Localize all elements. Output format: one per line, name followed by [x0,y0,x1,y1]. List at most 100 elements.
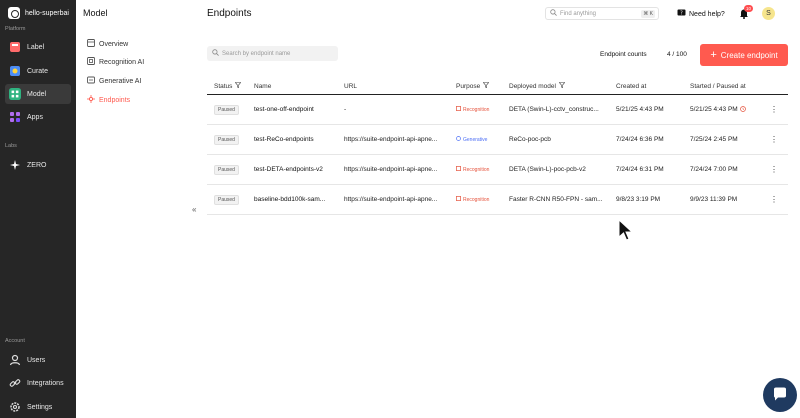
table-row[interactable]: Paused test-one-off-endpoint - Recogniti… [207,95,788,125]
recognition-icon [456,196,461,203]
endpoint-url[interactable]: https://suite-endpoint-api-apne... [344,185,456,214]
sidebar-item-model[interactable]: Model [5,84,71,104]
created-at: 5/21/25 4:43 PM [616,106,664,113]
workspace-name: hello-superbai [25,9,69,17]
search-icon [212,49,219,58]
endpoint-count-value: 4 / 100 [667,51,687,58]
table-row[interactable]: Paused baseline-bdd100k-sam... https://s… [207,185,788,215]
column-header-started: Started / Paused at [690,82,746,90]
chat-bubble-icon [772,386,788,404]
started-at: 7/25/24 2:45 PM [690,136,738,143]
table-row[interactable]: Paused test-DETA-endpoints-v2 https://su… [207,155,788,185]
workspace-switcher[interactable]: hello-superbai [8,7,69,19]
purpose-tag: Generative [456,136,487,143]
status-badge: Paused [214,104,239,115]
more-options-icon[interactable]: ⋮ [770,135,778,144]
recognition-icon [456,106,461,113]
sidebar-item-users[interactable]: Users [5,350,71,370]
endpoint-count-label: Endpoint counts [600,51,647,58]
subnav-item-generative[interactable]: Generative AI [87,75,141,87]
status-badge: Paused [214,194,239,205]
page-title: Endpoints [207,8,252,19]
purpose-tag: Recognition [456,106,489,113]
sidebar-item-label[interactable]: Label [5,37,71,57]
endpoint-name[interactable]: test-ReCo-endpoints [254,125,344,154]
created-at: 7/24/24 6:31 PM [616,166,664,173]
warning-clock-icon [739,105,746,114]
sparkle-icon [9,159,21,171]
endpoint-name[interactable]: test-one-off-endpoint [254,95,344,124]
sidebar-item-integrations[interactable]: Integrations [5,373,71,393]
endpoint-name[interactable]: test-DETA-endpoints-v2 [254,155,344,184]
global-search-input[interactable]: Find anything ⌘ K [545,7,659,20]
column-header-created: Created at [616,82,647,90]
sidebar-item-zero[interactable]: ZERO [5,155,71,175]
platform-section-label: Platform [5,26,26,32]
sidebar-item-settings[interactable]: Settings [5,397,71,417]
deployed-model: Faster R-CNN R50-FPN - sam... [509,196,603,203]
user-icon [9,354,21,366]
account-section-label: Account [5,338,25,344]
deployed-model: ReCo-poc-pcb [509,136,551,143]
column-header-model[interactable]: Deployed model [509,78,614,94]
bell-icon [739,9,749,21]
purpose-tag: Recognition [456,166,489,173]
help-chat-icon: ? [677,9,686,19]
create-endpoint-button[interactable]: + Create endpoint [700,44,788,66]
subnav-item-overview[interactable]: Overview [87,38,128,50]
label-icon [9,41,21,53]
endpoint-url[interactable]: https://suite-endpoint-api-apne... [344,155,456,184]
created-at: 9/8/23 3:19 PM [616,196,661,203]
curate-icon [9,65,21,77]
subnav-item-endpoints[interactable]: Endpoints [87,94,130,106]
filter-icon[interactable] [482,82,490,90]
filter-icon[interactable] [558,82,566,90]
model-icon [9,88,21,100]
subnav-item-recognition[interactable]: Recognition AI [87,56,144,68]
endpoint-name[interactable]: baseline-bdd100k-sam... [254,185,344,214]
more-options-icon[interactable]: ⋮ [770,105,778,114]
sidebar-item-apps[interactable]: Apps [5,107,71,127]
purpose-tag: Recognition [456,196,489,203]
more-options-icon[interactable]: ⋮ [770,195,778,204]
sidebar-item-curate[interactable]: Curate [5,61,71,81]
link-icon [9,377,21,389]
need-help-button[interactable]: ? Need help? [677,9,725,19]
collapse-subnav-button[interactable]: « [192,205,196,214]
overview-icon [87,39,95,49]
svg-text:?: ? [680,10,683,16]
table-header: Status Name URL Purpose Deployed model C… [207,78,788,95]
column-header-name: Name [254,82,272,90]
filter-icon[interactable] [235,82,242,90]
status-badge: Paused [214,134,239,145]
top-bar: Endpoints Find anything ⌘ K ? Need help?… [193,0,800,27]
deployed-model: DETA (Swin-L)-poc-pcb-v2 [509,166,586,173]
apps-icon [9,111,21,123]
endpoints-icon [87,95,95,105]
labs-section-label: Labs [5,143,17,149]
notification-badge: 10 [744,5,754,12]
model-subnav: Model Overview Recognition AI Generative… [76,0,193,418]
generative-icon [87,76,95,86]
chat-support-button[interactable] [763,378,797,412]
column-header-url: URL [344,82,358,90]
main-sidebar: hello-superbai Platform Label Curate Mod… [0,0,76,418]
column-header-purpose[interactable]: Purpose [456,78,508,94]
column-header-status[interactable]: Status [214,78,254,94]
table-row[interactable]: Paused test-ReCo-endpoints https://suite… [207,125,788,155]
recognition-icon [456,166,461,173]
search-icon [550,9,557,18]
endpoint-search-input[interactable]: Search by endpoint name [207,46,338,61]
deployed-model: DETA (Swin-L)-cctv_construc... [509,106,599,113]
started-at: 7/24/24 7:00 PM [690,166,738,173]
gear-icon [9,401,21,413]
endpoint-url[interactable]: https://suite-endpoint-api-apne... [344,125,456,154]
more-options-icon[interactable]: ⋮ [770,165,778,174]
started-at: 5/21/25 4:43 PM [690,106,738,113]
mouse-cursor-icon [618,218,636,243]
workspace-logo-icon [8,7,20,19]
started-at: 9/9/23 11:39 PM [690,196,738,203]
avatar[interactable]: S [762,7,775,20]
status-badge: Paused [214,164,239,175]
recognition-icon [87,57,95,67]
